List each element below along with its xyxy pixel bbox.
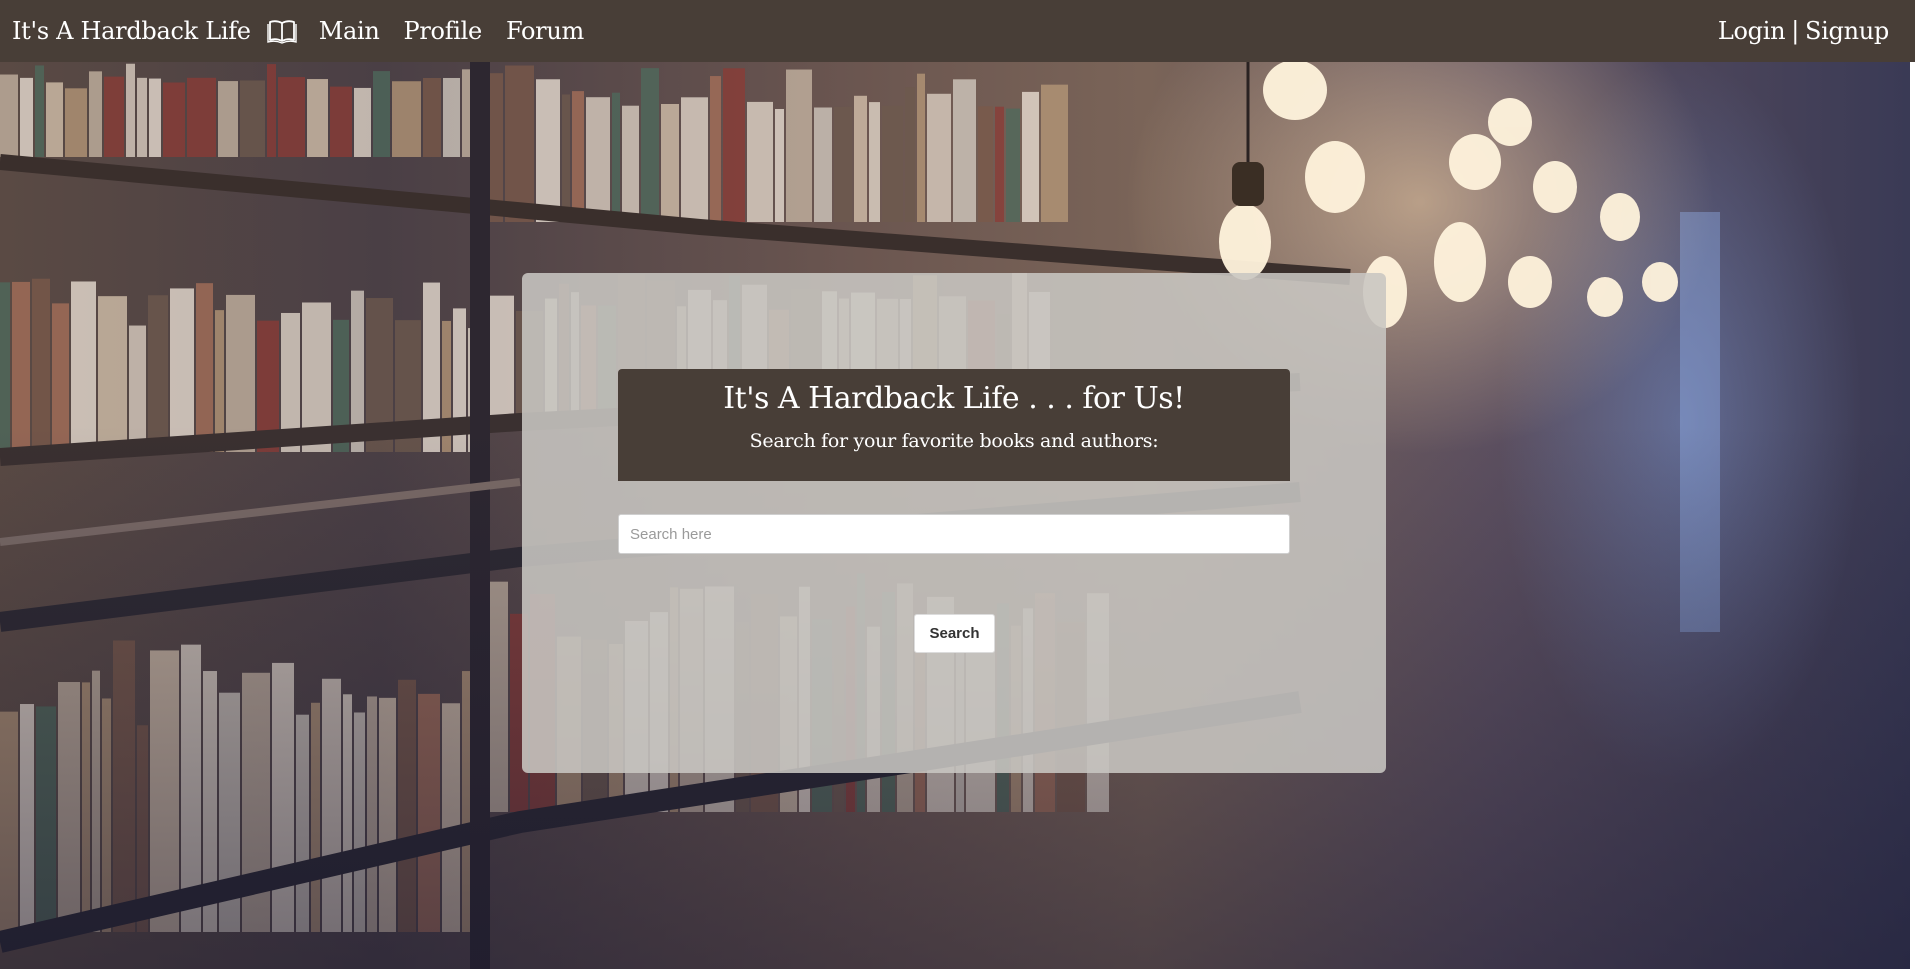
search-button[interactable]: Search xyxy=(914,614,995,653)
nav-link-main[interactable]: Main xyxy=(319,17,380,45)
auth-links: Login | Signup xyxy=(1718,0,1889,62)
panel-header: It's A Hardback Life . . . for Us! Searc… xyxy=(618,369,1290,481)
brand-title[interactable]: It's A Hardback Life xyxy=(12,17,251,45)
nav-link-forum[interactable]: Forum xyxy=(506,17,584,45)
search-panel: It's A Hardback Life . . . for Us! Searc… xyxy=(522,273,1386,773)
signup-link[interactable]: Signup xyxy=(1805,17,1889,45)
open-book-icon xyxy=(267,18,297,44)
nav-link-profile[interactable]: Profile xyxy=(404,17,483,45)
login-link[interactable]: Login xyxy=(1718,17,1786,45)
panel-title: It's A Hardback Life . . . for Us! xyxy=(723,381,1185,416)
nav-links: Main Profile Forum xyxy=(319,17,608,45)
search-input[interactable] xyxy=(618,514,1290,554)
panel-subtitle: Search for your favorite books and autho… xyxy=(749,430,1159,452)
top-navbar: It's A Hardback Life Main Profile Forum … xyxy=(0,0,1915,62)
page: It's A Hardback Life Main Profile Forum … xyxy=(0,0,1915,971)
auth-separator: | xyxy=(1791,17,1800,45)
page-edge xyxy=(1910,62,1915,971)
